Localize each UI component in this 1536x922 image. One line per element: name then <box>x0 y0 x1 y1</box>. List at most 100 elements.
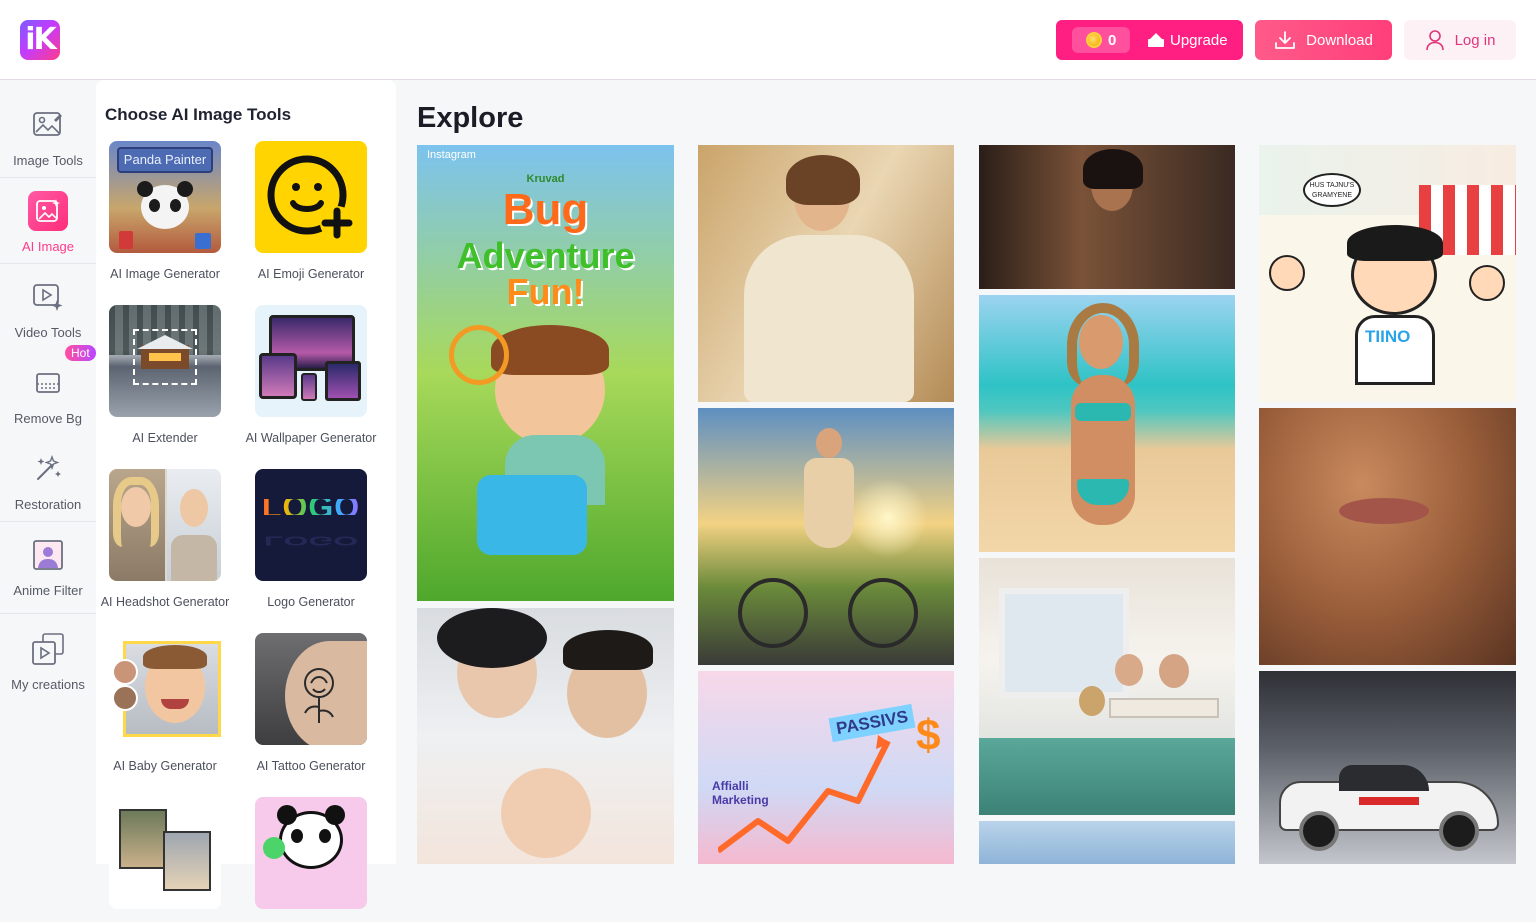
rail-label: Anime Filter <box>13 582 83 598</box>
poster-title-line: Fun! <box>506 271 585 312</box>
login-button[interactable]: Log in <box>1404 20 1516 60</box>
rail-item-image-tools[interactable]: Image Tools <box>0 93 96 179</box>
explore-image-cyclist[interactable] <box>698 408 954 665</box>
explore-image-sky[interactable] <box>979 821 1235 864</box>
rose-tattoo-icon <box>304 668 334 723</box>
dress <box>804 458 854 548</box>
panda-painter-label: Panda Painter <box>117 147 213 173</box>
photo-card <box>119 809 167 869</box>
coin-icon <box>1086 32 1102 48</box>
rail-item-video-tools[interactable]: Video Tools <box>0 265 96 351</box>
table <box>1109 698 1219 718</box>
paint-jar <box>195 233 211 249</box>
tool-ai-headshot-generator[interactable]: AI Headshot Generator <box>92 469 238 610</box>
download-label: Download <box>1306 31 1373 49</box>
rail-item-my-creations[interactable]: My creations <box>0 617 96 703</box>
baby-hair <box>143 645 207 669</box>
upgrade-button[interactable]: 0 Upgrade <box>1056 20 1243 60</box>
explore-image-family[interactable] <box>417 608 674 864</box>
explore-image-portrait-dark[interactable] <box>979 145 1235 289</box>
car-wheel <box>1299 811 1339 851</box>
tool-logo-generator[interactable]: LOGO LOGO Logo Generator <box>238 469 384 610</box>
sun <box>848 478 928 558</box>
rail-label: Restoration <box>14 496 82 512</box>
video-tools-icon <box>28 277 68 317</box>
rail-item-remove-bg[interactable]: Remove Bg <box>0 351 96 437</box>
car-stripe <box>1359 797 1419 805</box>
tool-label: Logo Generator <box>267 595 355 609</box>
left-rail: Image Tools AI Image Video Tools Hot Rem… <box>0 91 96 864</box>
rail-item-restoration[interactable]: Restoration <box>0 437 96 523</box>
photo-card <box>163 831 211 891</box>
explore-image-woman-light[interactable] <box>698 145 954 402</box>
face <box>816 428 842 458</box>
rail-item-anime-filter[interactable]: Anime Filter <box>0 523 96 609</box>
explore-image-closeup[interactable] <box>1259 408 1516 665</box>
rail-label: AI Image <box>21 238 75 254</box>
explore-image-bug-adventure[interactable]: Instagram Kruvad Bug Adventure Fun! <box>417 145 674 601</box>
tool-ai-wallpaper-generator[interactable]: AI Wallpaper Generator <box>238 305 384 446</box>
father-hair <box>563 630 653 670</box>
baby-face <box>501 768 591 858</box>
remove-bg-icon <box>28 363 68 403</box>
tool-label: AI Image Generator <box>110 267 220 281</box>
logo-reflection: LOGO <box>263 533 359 549</box>
tool-thumbnail <box>255 797 367 909</box>
tool-thumbnail <box>255 305 367 417</box>
divider <box>0 521 96 522</box>
booth <box>979 738 1235 815</box>
crown-icon <box>1148 33 1164 47</box>
laptop <box>325 361 361 401</box>
parent-avatar <box>112 659 138 685</box>
boy-hair <box>1347 225 1443 261</box>
tool-thumbnail <box>255 633 367 745</box>
tool-label: AI Baby Generator <box>113 759 217 773</box>
butterfly-net <box>449 325 509 385</box>
explore-image-comic-classroom[interactable]: HUS TAJNU'S GRAMYENE TIINO <box>1259 145 1516 402</box>
panda-eye <box>319 829 331 843</box>
anime-filter-icon <box>28 535 68 575</box>
car-wheel <box>1439 811 1479 851</box>
tool-ai-image-generator[interactable]: Panda Painter AI Image Generator <box>92 141 238 282</box>
rail-label: Video Tools <box>14 324 82 340</box>
explore-image-beach[interactable] <box>979 295 1235 552</box>
upgrade-label: Upgrade <box>1170 31 1228 49</box>
explore-image-diner[interactable] <box>979 558 1235 815</box>
panda-eye <box>291 829 303 843</box>
tool-ai-tattoo-generator[interactable]: AI Tattoo Generator <box>238 633 384 774</box>
panda-eye <box>149 199 160 212</box>
paint-jar <box>119 231 133 249</box>
dress <box>744 235 914 402</box>
rail-item-ai-image[interactable]: AI Image <box>0 179 96 265</box>
dollar-symbol: $ <box>916 711 941 760</box>
divider <box>0 613 96 614</box>
explore-image-race-car[interactable] <box>1259 671 1516 864</box>
user-icon <box>1425 30 1444 51</box>
app-logo[interactable]: iK <box>20 20 60 60</box>
divider <box>0 263 96 264</box>
tool-ai-baby-generator[interactable]: AI Baby Generator <box>92 633 238 774</box>
tool-ai-emoji-generator[interactable]: AI Emoji Generator <box>238 141 384 282</box>
leaf <box>263 837 285 859</box>
tool-panda-sticker[interactable] <box>238 797 384 922</box>
bike-wheel <box>738 578 808 648</box>
rail-label: Remove Bg <box>14 410 82 426</box>
download-button[interactable]: Download <box>1255 20 1392 60</box>
bike-wheel <box>848 578 918 648</box>
explore-image-passive-income[interactable]: PASSIVS Affialli Marketing $ <box>698 671 954 864</box>
tool-thumbnail <box>109 633 221 745</box>
coin-count: 0 <box>1108 31 1117 49</box>
tool-ai-extender[interactable]: AI Extender <box>92 305 238 446</box>
growth-arrow-icon <box>718 735 891 854</box>
coin-balance: 0 <box>1072 27 1130 53</box>
car-window <box>1339 765 1429 791</box>
tool-thumbnail: LOGO LOGO <box>255 469 367 581</box>
tool-photo-collage[interactable] <box>92 797 238 922</box>
swimwear <box>1075 403 1131 421</box>
speech-bubble: HUS TAJNU'S GRAMYENE <box>1303 173 1361 207</box>
kid-face <box>1269 255 1305 291</box>
face <box>1159 654 1189 688</box>
tool-thumbnail <box>109 305 221 417</box>
emoji-plus-icon <box>267 155 354 240</box>
divider <box>0 177 96 178</box>
